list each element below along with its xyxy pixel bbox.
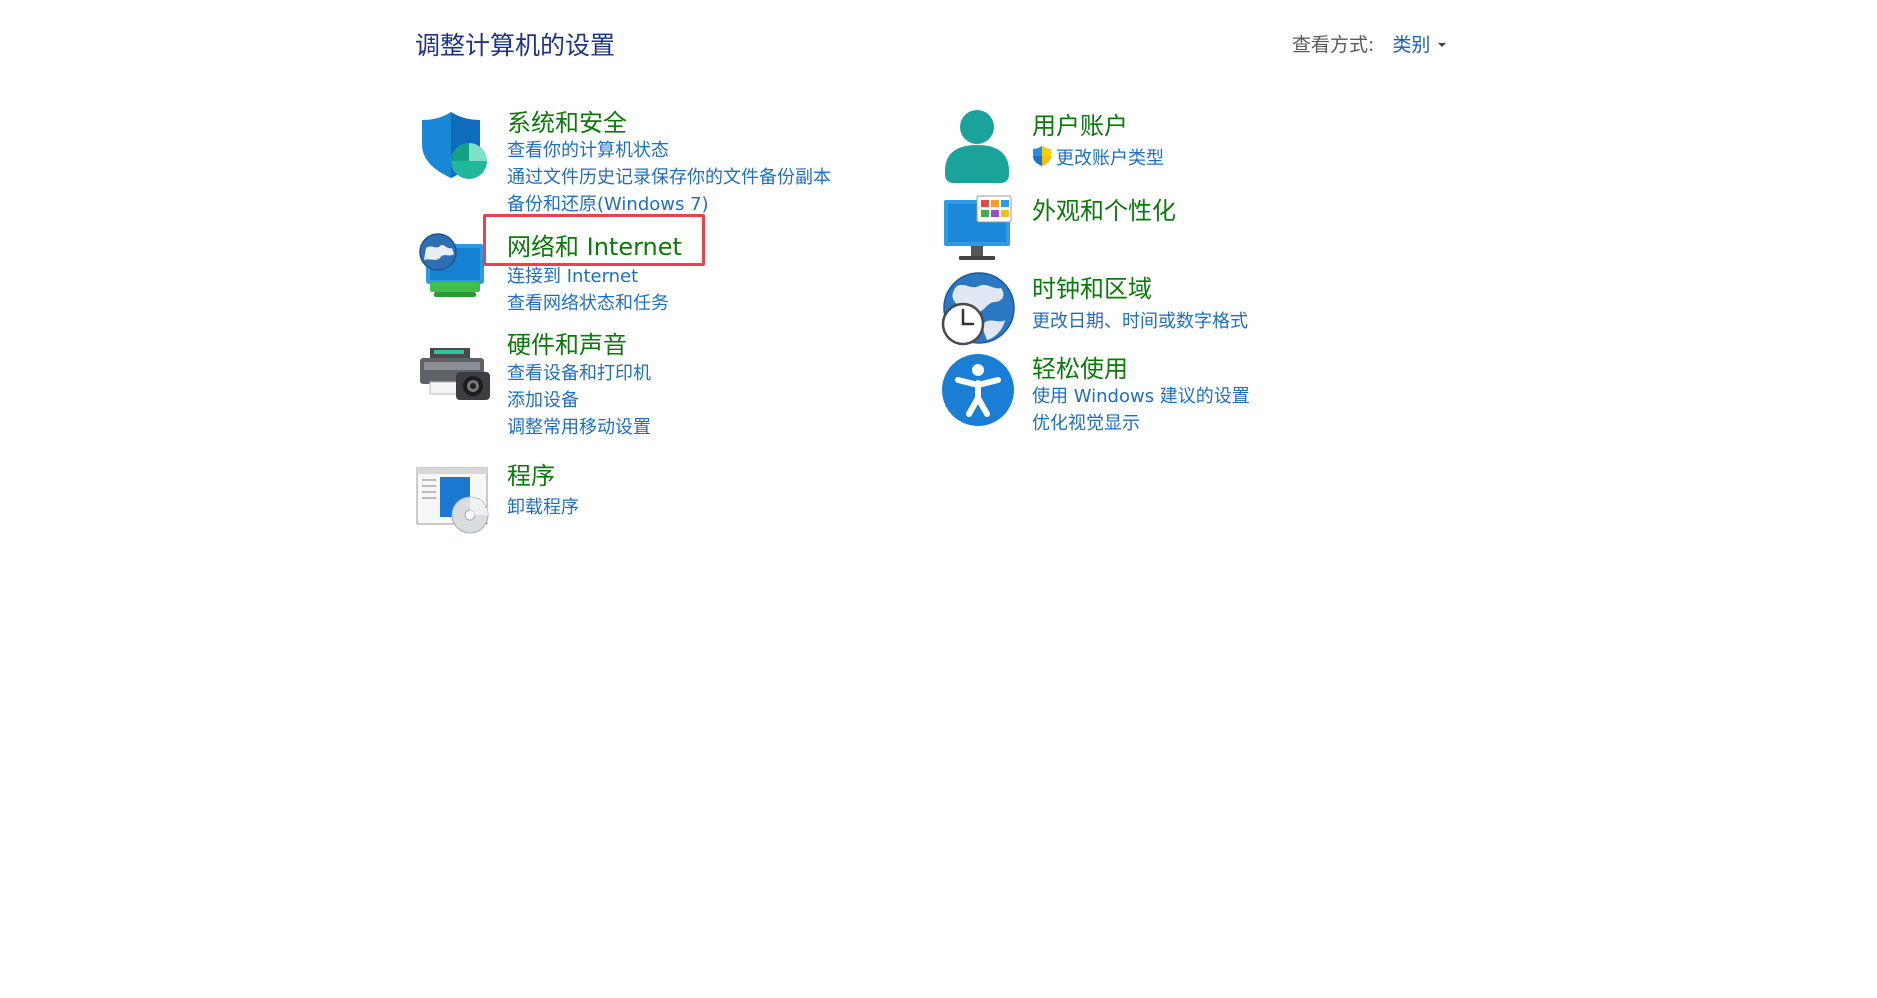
- link-devices-printers[interactable]: 查看设备和打印机: [507, 360, 651, 387]
- view-by-dropdown[interactable]: 类别: [1392, 32, 1447, 58]
- category-links: 更改日期、时间或数字格式: [1032, 308, 1248, 335]
- programs-disc-icon[interactable]: [416, 459, 492, 535]
- link-mobility-settings[interactable]: 调整常用移动设置: [507, 414, 651, 441]
- network-globe-monitor-icon[interactable]: [416, 230, 492, 306]
- link-recommended-settings[interactable]: 使用 Windows 建议的设置: [1032, 383, 1250, 410]
- link-network-status[interactable]: 查看网络状态和任务: [507, 290, 669, 317]
- link-add-device[interactable]: 添加设备: [507, 387, 651, 414]
- link-date-time-format[interactable]: 更改日期、时间或数字格式: [1032, 308, 1248, 335]
- link-view-computer-status[interactable]: 查看你的计算机状态: [507, 137, 831, 164]
- view-by: 查看方式: 类别: [1292, 32, 1447, 58]
- highlight-box: [483, 214, 705, 266]
- shield-security-icon[interactable]: [416, 106, 492, 182]
- user-account-icon[interactable]: [941, 109, 1017, 185]
- link-uninstall-program[interactable]: 卸载程序: [507, 494, 579, 521]
- appearance-monitor-icon[interactable]: [941, 194, 1017, 270]
- category-title[interactable]: 系统和安全: [507, 106, 627, 140]
- view-by-value[interactable]: 类别: [1392, 32, 1430, 58]
- globe-clock-icon[interactable]: [941, 272, 1017, 348]
- category-links: 查看你的计算机状态 通过文件历史记录保存你的文件备份副本 备份和还原(Windo…: [507, 137, 831, 218]
- uac-shield-icon: [1033, 146, 1051, 166]
- page-title: 调整计算机的设置: [415, 31, 616, 60]
- category-title[interactable]: 轻松使用: [1032, 352, 1128, 386]
- link-label[interactable]: 更改账户类型: [1056, 148, 1164, 169]
- accessibility-icon[interactable]: [941, 352, 1017, 428]
- category-title[interactable]: 外观和个性化: [1032, 194, 1176, 228]
- category-links: 更改账户类型: [1032, 145, 1164, 172]
- view-by-label: 查看方式:: [1292, 34, 1375, 56]
- link-change-account-type[interactable]: 更改账户类型: [1032, 145, 1164, 172]
- category-title[interactable]: 时钟和区域: [1032, 272, 1152, 306]
- category-links: 使用 Windows 建议的设置 优化视觉显示: [1032, 383, 1250, 437]
- link-optimize-visual[interactable]: 优化视觉显示: [1032, 410, 1250, 437]
- link-file-history-backup[interactable]: 通过文件历史记录保存你的文件备份副本: [507, 164, 831, 191]
- category-title[interactable]: 硬件和声音: [507, 328, 627, 362]
- printer-camera-icon[interactable]: [416, 328, 492, 404]
- category-title[interactable]: 用户账户: [1032, 109, 1128, 143]
- category-links: 查看设备和打印机 添加设备 调整常用移动设置: [507, 360, 651, 441]
- chevron-down-icon[interactable]: [1438, 43, 1447, 47]
- category-links: 卸载程序: [507, 494, 579, 521]
- category-title[interactable]: 程序: [507, 459, 555, 493]
- category-links: 连接到 Internet 查看网络状态和任务: [507, 263, 669, 317]
- link-connect-internet[interactable]: 连接到 Internet: [507, 263, 669, 290]
- control-panel-page: 调整计算机的设置 查看方式: 类别 系统和安全 查看你的计算机状态 通过文件历史…: [0, 0, 1877, 998]
